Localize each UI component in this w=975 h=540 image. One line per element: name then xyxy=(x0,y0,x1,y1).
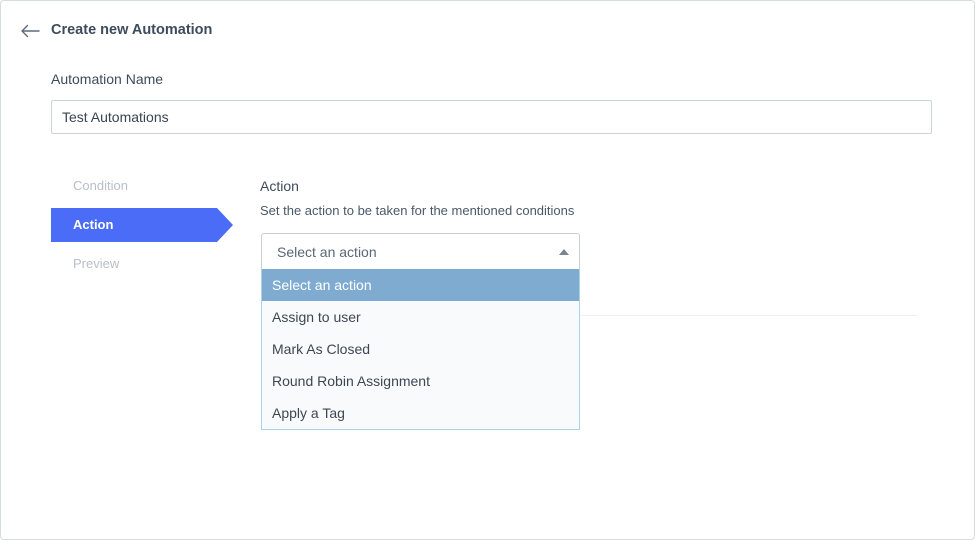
option-select-an-action[interactable]: Select an action xyxy=(262,269,579,301)
step-label: Preview xyxy=(73,256,120,271)
action-select-value: Select an action xyxy=(277,244,377,260)
caret-up-icon xyxy=(559,249,569,255)
step-action[interactable]: Action xyxy=(51,208,233,242)
automation-name-input[interactable] xyxy=(51,100,932,134)
arrow-left-icon[interactable] xyxy=(19,21,41,41)
action-select[interactable]: Select an action xyxy=(261,233,580,269)
step-condition[interactable]: Condition xyxy=(51,169,233,203)
page-title: Create new Automation xyxy=(51,22,213,38)
action-section-title: Action xyxy=(260,178,299,194)
section-divider xyxy=(579,315,918,316)
step-label: Action xyxy=(73,217,114,232)
automation-panel: Create new Automation Automation Name Co… xyxy=(0,0,975,540)
option-round-robin-assignment[interactable]: Round Robin Assignment xyxy=(262,365,579,397)
option-assign-to-user[interactable]: Assign to user xyxy=(262,301,579,333)
action-section-description: Set the action to be taken for the menti… xyxy=(260,203,575,218)
action-dropdown-list: Select an action Assign to user Mark As … xyxy=(261,269,580,430)
step-preview[interactable]: Preview xyxy=(51,247,233,281)
option-mark-as-closed[interactable]: Mark As Closed xyxy=(262,333,579,365)
option-apply-a-tag[interactable]: Apply a Tag xyxy=(262,397,579,429)
step-label: Condition xyxy=(73,178,128,193)
automation-name-label: Automation Name xyxy=(51,71,164,87)
